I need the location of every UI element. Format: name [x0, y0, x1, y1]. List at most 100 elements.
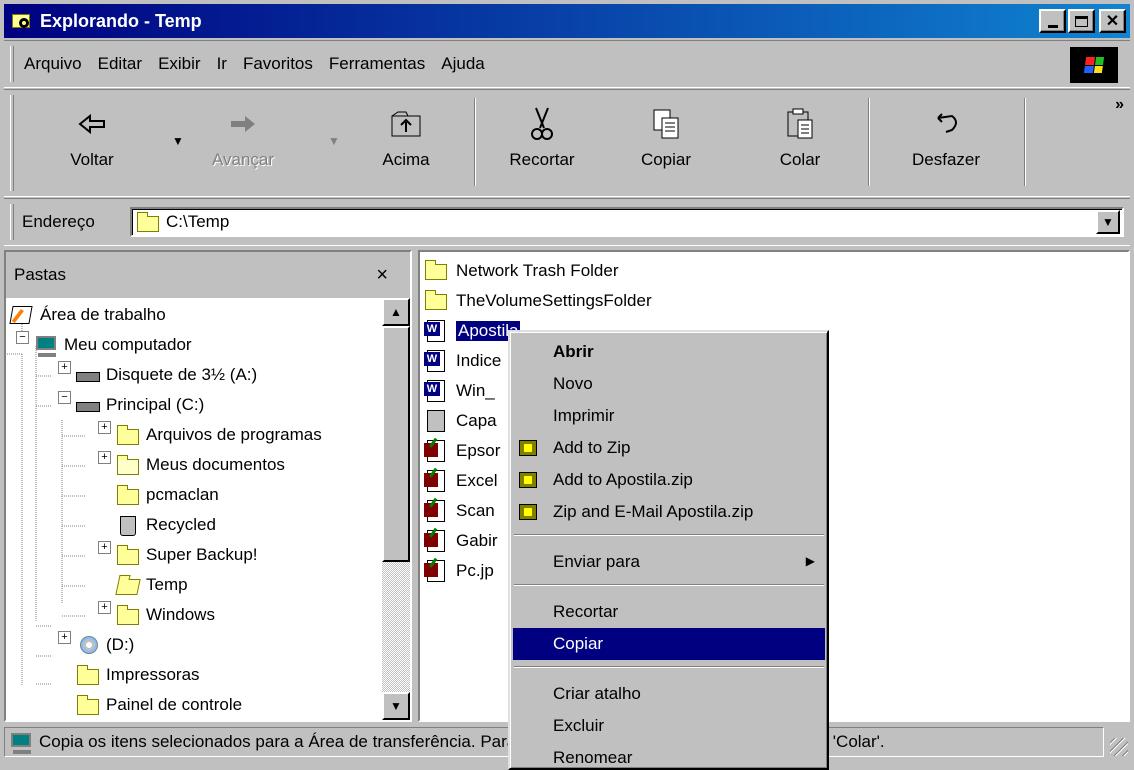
expand-toggle[interactable]: + — [58, 631, 71, 644]
folders-pane-close-icon[interactable]: × — [376, 264, 388, 287]
file-item[interactable]: Scan — [424, 496, 495, 526]
menu-bar-grip[interactable] — [10, 46, 14, 82]
desktop-icon — [9, 304, 34, 326]
toolbar-separator — [474, 98, 476, 186]
undo-icon — [926, 104, 966, 144]
expand-toggle[interactable]: + — [58, 361, 71, 374]
menu-ajuda[interactable]: Ajuda — [433, 54, 492, 74]
context-menu: Abrir Novo Imprimir Add to Zip Add to Ap… — [508, 330, 829, 770]
file-item[interactable]: Pc.jp — [424, 556, 494, 586]
paint-file-icon — [424, 529, 450, 553]
expand-toggle[interactable]: + — [98, 421, 111, 434]
close-button[interactable]: ✕ — [1099, 9, 1126, 33]
menu-ir[interactable]: Ir — [209, 54, 235, 74]
menu-item-print[interactable]: Imprimir — [513, 400, 825, 432]
menu-item-copy[interactable]: Copiar — [513, 628, 825, 660]
menu-item-add-to-apostila-zip[interactable]: Add to Apostila.zip — [513, 464, 825, 496]
collapse-toggle[interactable]: − — [58, 391, 71, 404]
tree-item-super-backup[interactable]: Super Backup! — [116, 540, 258, 570]
file-item-selected[interactable]: W Apostila — [424, 316, 521, 346]
maximize-icon — [1075, 15, 1088, 27]
back-dropdown-icon[interactable]: ▼ — [172, 134, 184, 148]
tree-item-windows[interactable]: Windows — [116, 600, 215, 630]
minimize-button[interactable] — [1039, 9, 1066, 33]
toolbar-more-chevron-icon[interactable]: » — [1115, 96, 1124, 114]
file-item[interactable]: Capa — [424, 406, 497, 436]
menu-item-send-to[interactable]: Enviar para ▶ — [513, 546, 825, 578]
computer-icon — [34, 334, 58, 357]
forward-dropdown-icon[interactable]: ▼ — [328, 134, 340, 148]
menu-item-zip-and-email[interactable]: Zip and E-Mail Apostila.zip — [513, 496, 825, 528]
tree-item-drive-d[interactable]: (D:) — [76, 630, 134, 660]
tree-item-label: Super Backup! — [146, 545, 258, 564]
close-icon: ✕ — [1105, 13, 1120, 30]
maximize-button[interactable] — [1068, 9, 1095, 33]
address-bar-grip[interactable] — [10, 204, 14, 240]
forward-button[interactable]: Avançar — [198, 98, 288, 190]
undo-button[interactable]: Desfazer — [896, 98, 996, 190]
menu-item-add-to-zip[interactable]: Add to Zip — [513, 432, 825, 464]
copy-icon — [646, 104, 686, 144]
menu-item-label: Criar atalho — [553, 684, 641, 703]
menu-item-delete[interactable]: Excluir — [513, 710, 825, 742]
tree-item-program-files[interactable]: Arquivos de programas — [116, 420, 322, 450]
menu-arquivo[interactable]: Arquivo — [22, 54, 90, 74]
scroll-down-button[interactable]: ▼ — [382, 692, 410, 720]
collapse-toggle[interactable]: − — [16, 331, 29, 344]
menu-item-new[interactable]: Novo — [513, 368, 825, 400]
up-button[interactable]: Acima — [366, 98, 446, 190]
tree-item-printers[interactable]: Impressoras — [76, 660, 200, 690]
expand-toggle[interactable]: + — [98, 451, 111, 464]
file-item[interactable]: W Win_ — [424, 376, 495, 406]
address-field[interactable]: C:\Temp ▼ — [130, 207, 1124, 237]
tree-item-drive-c[interactable]: Principal (C:) — [76, 390, 204, 420]
menu-item-rename[interactable]: Renomear — [513, 742, 825, 768]
file-item[interactable]: Network Trash Folder — [424, 256, 619, 286]
tree-item-floppy[interactable]: Disquete de 3½ (A:) — [76, 360, 257, 390]
scroll-up-button[interactable]: ▲ — [382, 298, 410, 326]
copy-button[interactable]: Copiar — [616, 98, 716, 190]
tree-item-my-computer[interactable]: Meu computador — [34, 330, 192, 360]
tree-item-desktop[interactable]: Área de trabalho — [9, 300, 166, 330]
folders-scrollbar[interactable]: ▲ ▼ — [382, 298, 410, 720]
file-item[interactable]: Epsor — [424, 436, 500, 466]
control-panel-icon — [76, 694, 100, 716]
resize-grip[interactable] — [1110, 738, 1128, 756]
file-name: Capa — [456, 411, 497, 430]
paste-button[interactable]: Colar — [760, 98, 840, 190]
menu-item-open[interactable]: Abrir — [513, 336, 825, 368]
cut-button[interactable]: Recortar — [492, 98, 592, 190]
file-name: Excel — [456, 471, 498, 490]
menu-item-cut[interactable]: Recortar — [513, 596, 825, 628]
forward-label: Avançar — [211, 150, 275, 169]
file-item[interactable]: Gabir — [424, 526, 498, 556]
tree-item-temp[interactable]: Temp — [115, 570, 188, 600]
folder-icon — [424, 289, 450, 313]
tree-item-recycled[interactable]: Recycled — [116, 510, 216, 540]
expand-toggle[interactable]: + — [98, 601, 111, 614]
tree-item-my-documents[interactable]: Meus documentos — [116, 450, 285, 480]
toolbar-grip[interactable] — [10, 95, 14, 191]
tree-item-control-panel[interactable]: Painel de controle — [76, 690, 242, 720]
menu-exibir[interactable]: Exibir — [150, 54, 209, 74]
menu-ferramentas[interactable]: Ferramentas — [321, 54, 433, 74]
expand-toggle[interactable]: + — [98, 541, 111, 554]
tree-item-pcmaclan[interactable]: pcmaclan — [116, 480, 219, 510]
menu-item-label: Abrir — [553, 342, 594, 361]
tree-item-label: Windows — [146, 605, 215, 624]
menu-editar[interactable]: Editar — [90, 54, 150, 74]
menu-item-create-shortcut[interactable]: Criar atalho — [513, 678, 825, 710]
standard-toolbar: Voltar ▼ Avançar ▼ Acima Recortar Copiar… — [4, 89, 1130, 197]
scroll-thumb[interactable] — [382, 326, 410, 562]
winzip-icon — [517, 438, 539, 458]
tree-item-label: Temp — [146, 575, 188, 594]
address-dropdown-button[interactable]: ▼ — [1096, 210, 1120, 234]
menu-favoritos[interactable]: Favoritos — [235, 54, 321, 74]
back-button[interactable]: Voltar — [52, 98, 132, 190]
title-bar[interactable]: Explorando - Temp ✕ — [4, 4, 1130, 38]
scissors-icon — [522, 104, 562, 144]
file-item[interactable]: W Indice — [424, 346, 501, 376]
file-item[interactable]: TheVolumeSettingsFolder — [424, 286, 652, 316]
file-item[interactable]: Excel — [424, 466, 498, 496]
paint-file-icon — [424, 439, 450, 463]
